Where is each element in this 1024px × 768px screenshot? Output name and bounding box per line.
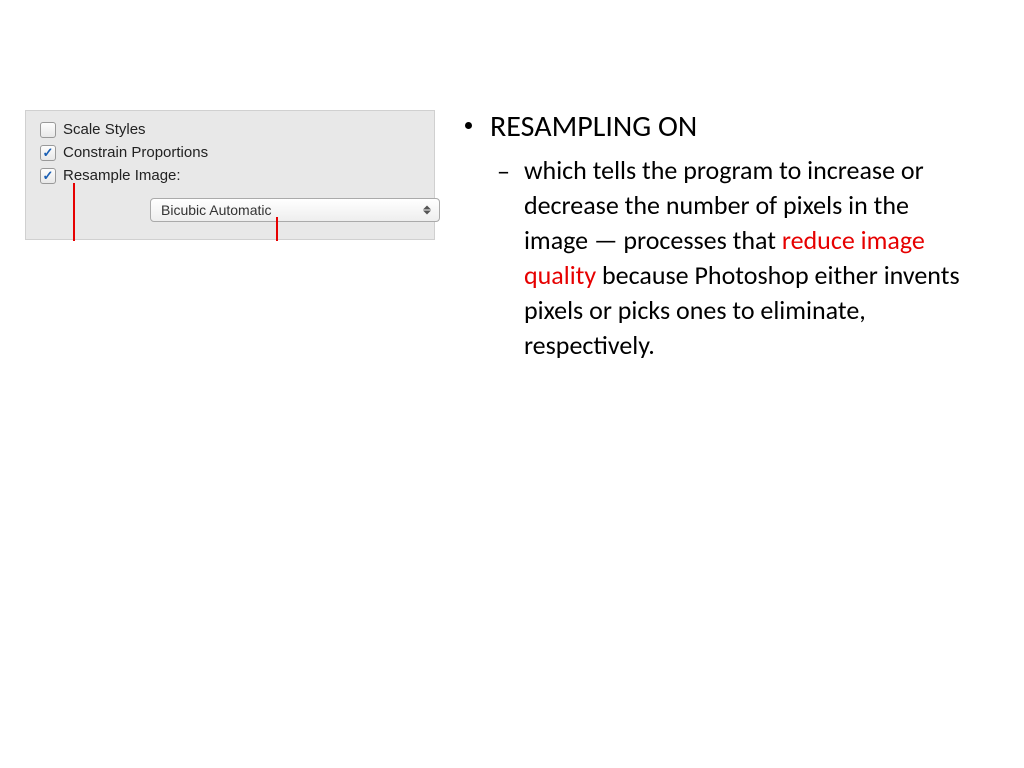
resample-image-row: Resample Image: xyxy=(40,167,420,184)
updown-arrows-icon xyxy=(423,206,431,215)
main-title: RESAMPLING ON xyxy=(490,108,697,145)
annotation-line xyxy=(73,183,75,241)
constrain-proportions-checkbox[interactable] xyxy=(40,145,56,161)
sub-text: which tells the program to increase or d… xyxy=(524,153,975,364)
scale-styles-label: Scale Styles xyxy=(63,121,146,138)
resample-method-dropdown[interactable]: Bicubic Automatic xyxy=(150,198,440,222)
main-bullet: RESAMPLING ON xyxy=(465,108,975,145)
dash-icon: – xyxy=(497,155,510,187)
resample-image-checkbox[interactable] xyxy=(40,168,56,184)
resample-dropdown-container: Bicubic Automatic xyxy=(150,198,420,222)
bullet-icon xyxy=(465,122,472,129)
constrain-proportions-row: Constrain Proportions xyxy=(40,144,420,161)
slide-text: RESAMPLING ON – which tells the program … xyxy=(465,108,975,364)
options-panel: Scale Styles Constrain Proportions Resam… xyxy=(25,110,435,240)
annotation-line xyxy=(276,217,278,241)
sub-bullet: – which tells the program to increase or… xyxy=(497,153,975,364)
dropdown-value: Bicubic Automatic xyxy=(161,202,272,218)
resample-image-label: Resample Image: xyxy=(63,167,181,184)
scale-styles-checkbox[interactable] xyxy=(40,122,56,138)
constrain-proportions-label: Constrain Proportions xyxy=(63,144,208,161)
scale-styles-row: Scale Styles xyxy=(40,121,420,138)
